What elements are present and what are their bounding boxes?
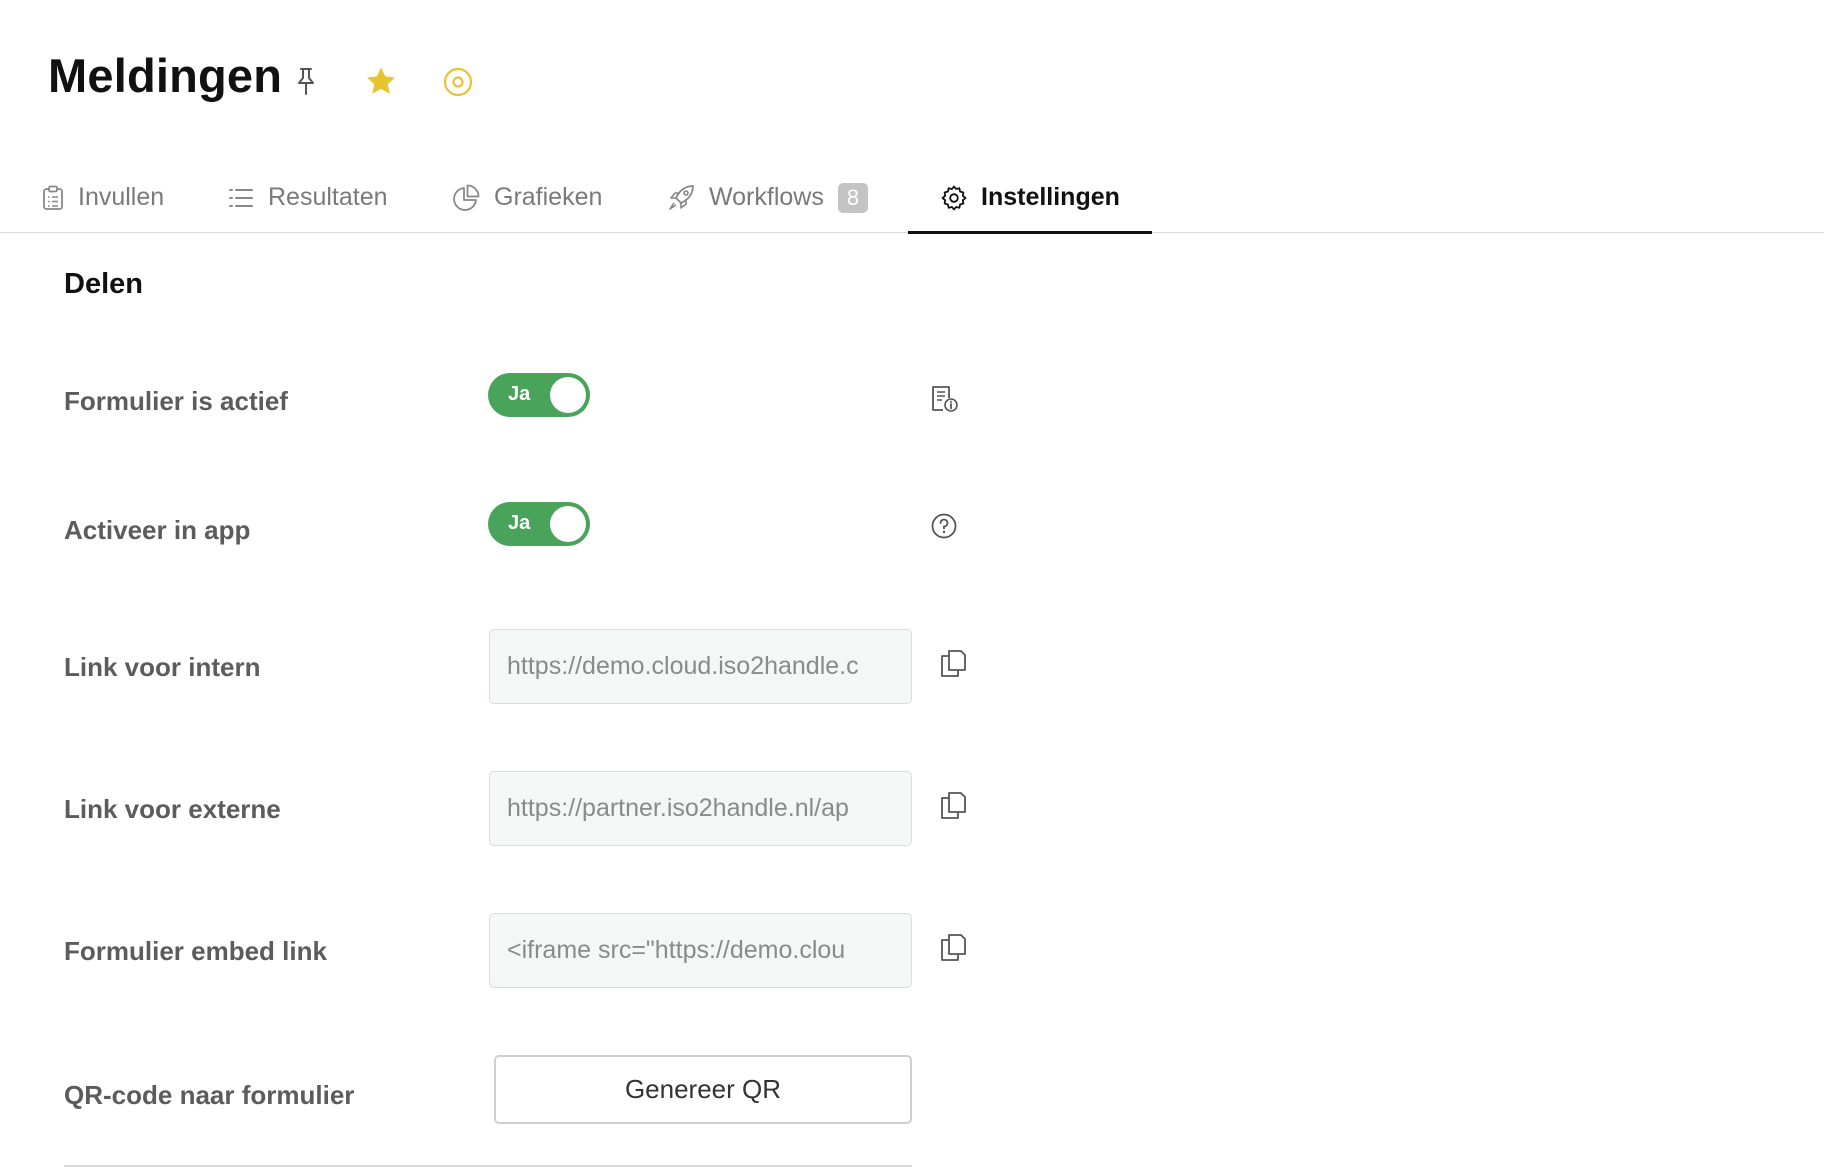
tab-instellingen[interactable]: Instellingen (908, 162, 1152, 234)
app-active-toggle[interactable]: Ja (488, 502, 590, 546)
copy-icon[interactable] (938, 648, 968, 678)
tab-label: Instellingen (981, 183, 1120, 211)
tab-invullen[interactable]: Invullen (42, 162, 164, 233)
embed-link-label: Formulier embed link (64, 936, 327, 966)
pin-icon[interactable] (292, 66, 320, 96)
tab-grafieken[interactable]: Grafieken (452, 162, 602, 233)
star-icon[interactable] (365, 66, 397, 96)
section-title: Delen (64, 268, 143, 300)
embed-link-field[interactable] (489, 913, 912, 988)
help-circle-icon[interactable] (930, 512, 958, 540)
tab-resultaten[interactable]: Resultaten (228, 162, 388, 233)
copy-icon[interactable] (938, 932, 968, 962)
toggle-knob (550, 377, 586, 413)
toggle-label: Ja (508, 512, 531, 534)
form-active-toggle[interactable]: Ja (488, 373, 590, 417)
toggle-label: Ja (508, 383, 531, 405)
page-title: Meldingen (48, 49, 283, 102)
tab-label: Resultaten (268, 183, 388, 211)
tab-workflows[interactable]: Workflows 8 (667, 162, 869, 233)
app-active-label: Activeer in app (64, 515, 251, 545)
internal-link-label: Link voor intern (64, 652, 261, 682)
tab-label: Workflows (709, 183, 824, 211)
document-info-icon[interactable] (930, 384, 960, 414)
copy-icon[interactable] (938, 790, 968, 820)
external-link-field[interactable] (489, 771, 912, 846)
external-link-label: Link voor externe (64, 794, 281, 824)
qr-label: QR-code naar formulier (64, 1080, 355, 1110)
gear-icon (941, 185, 967, 210)
tab-label: Invullen (78, 183, 165, 211)
toggle-knob (550, 506, 586, 542)
pie-chart-icon (453, 184, 480, 211)
target-icon[interactable] (442, 66, 474, 98)
workflows-count-badge: 8 (837, 182, 869, 213)
tab-bar: Invullen Resultaten Grafieken Workflows … (0, 162, 1824, 234)
clipboard-icon (43, 185, 63, 210)
rocket-icon (669, 184, 694, 210)
tab-label: Grafieken (494, 183, 603, 211)
list-icon (229, 188, 253, 207)
page-header: Meldingen (48, 52, 282, 99)
section-divider (64, 1165, 912, 1167)
generate-qr-button[interactable]: Genereer QR (494, 1055, 912, 1124)
internal-link-field[interactable] (489, 629, 912, 704)
form-active-label: Formulier is actief (64, 386, 288, 416)
